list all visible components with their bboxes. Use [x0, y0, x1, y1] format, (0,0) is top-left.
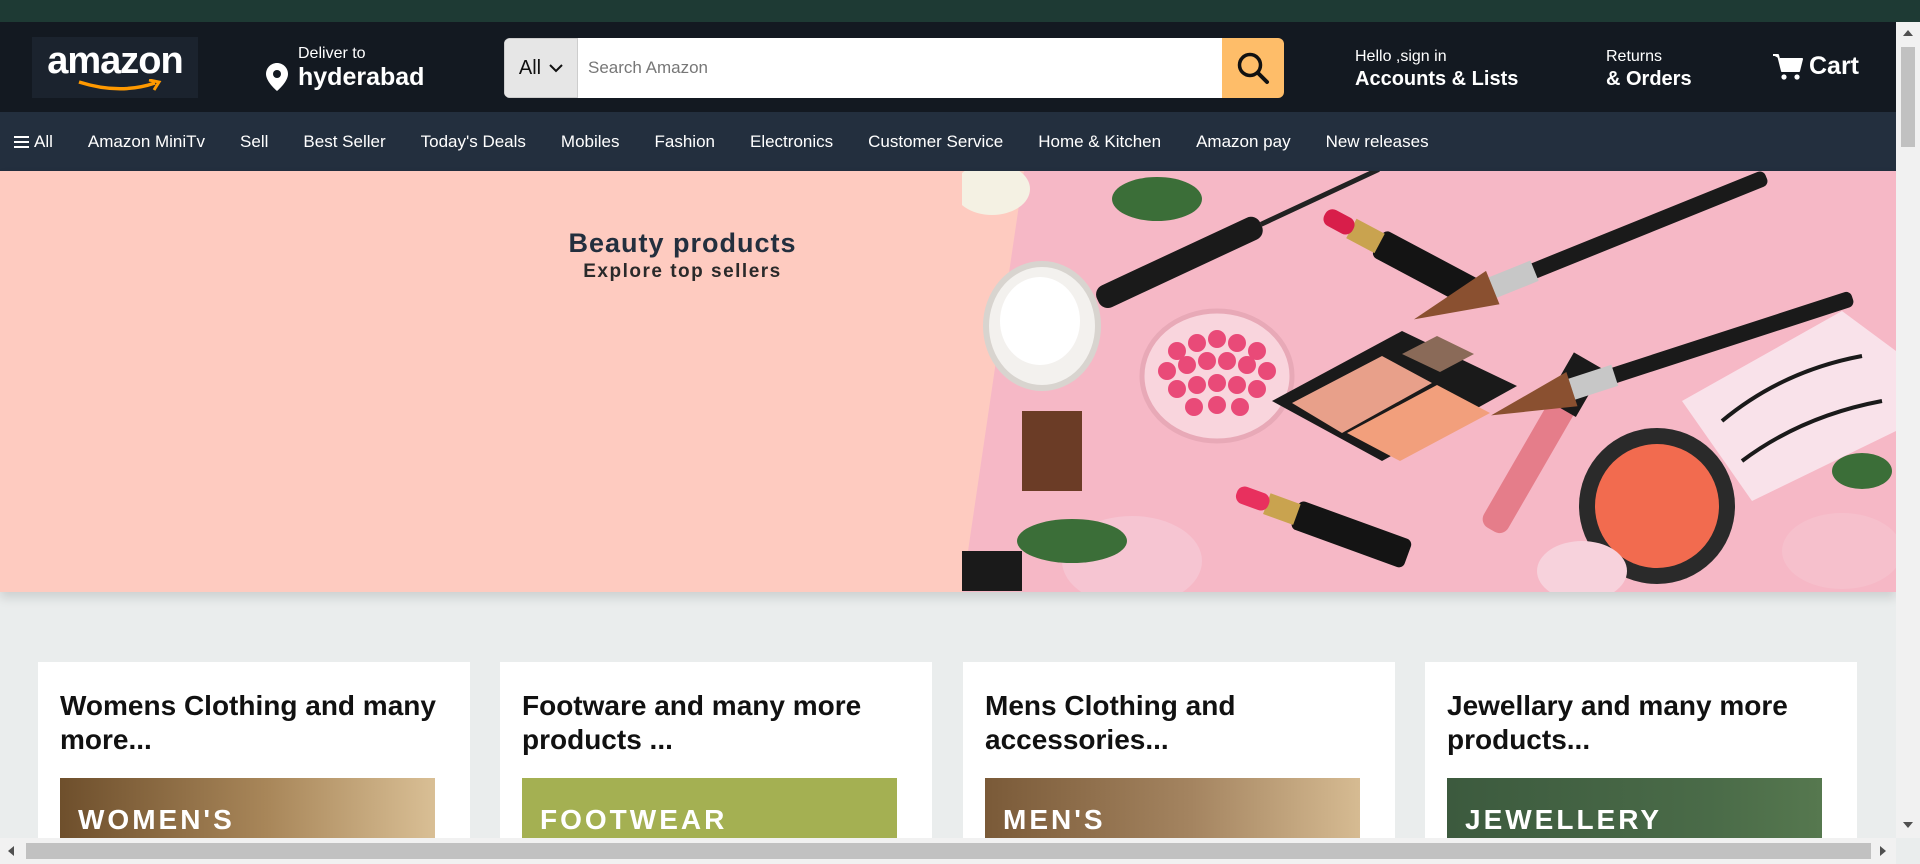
cart-label: Cart [1809, 52, 1860, 80]
returns-orders[interactable]: Returns & Orders [1606, 48, 1692, 91]
header: amazon Deliver to hyderabad All Search A… [0, 22, 1896, 112]
nav-item-electronics[interactable]: Electronics [750, 132, 833, 152]
scroll-down-arrow-icon[interactable] [1903, 822, 1913, 828]
amazon-logo[interactable]: amazon [32, 37, 198, 98]
nav-item-todays-deals[interactable]: Today's Deals [421, 132, 526, 152]
hamburger-menu-icon [14, 135, 29, 148]
search-icon [1237, 52, 1269, 84]
search-input[interactable] [578, 38, 1222, 98]
category-card-mens[interactable]: Mens Clothing and accessories... MEN'S [963, 662, 1395, 838]
nav-item-amazon-minitv[interactable]: Amazon MiniTv [88, 132, 205, 152]
sub-navigation: All Amazon MiniTv Sell Best Seller Today… [0, 112, 1896, 171]
nav-item-customer-service[interactable]: Customer Service [868, 132, 1003, 152]
account-greeting: Hello ,sign in [1355, 48, 1447, 65]
deliver-city: hyderabad [298, 63, 425, 91]
nav-item-amazon-pay[interactable]: Amazon pay [1196, 132, 1291, 152]
card-title: Mens Clothing and accessories... [985, 690, 1236, 755]
nav-item-home-kitchen[interactable]: Home & Kitchen [1038, 132, 1161, 152]
returns-label: Returns [1606, 48, 1663, 65]
search-category-value: All [518, 56, 542, 79]
cart-icon [1773, 53, 1803, 80]
horizontal-scrollbar[interactable] [0, 838, 1896, 864]
browser-bookmarks-bar [0, 0, 1920, 22]
scroll-right-arrow-icon[interactable] [1880, 846, 1886, 856]
nav-item-new-releases[interactable]: New releases [1326, 132, 1429, 152]
scroll-left-arrow-icon[interactable] [8, 846, 14, 856]
hero-cosmetics-image [962, 171, 1896, 592]
card-title: Footware and many more products ... [522, 690, 862, 755]
card-image-label: WOMEN'S [78, 804, 235, 835]
vertical-scrollbar[interactable] [1896, 22, 1920, 838]
hero-banner[interactable]: Beauty products Explore top sellers [0, 171, 1896, 592]
chevron-down-icon [549, 64, 563, 73]
card-image[interactable]: WOMEN'S [60, 778, 435, 838]
card-image-label: JEWELLERY [1465, 804, 1663, 835]
nav-item-best-seller[interactable]: Best Seller [303, 132, 385, 152]
location-pin-icon [266, 63, 288, 91]
card-image[interactable]: MEN'S [985, 778, 1360, 838]
search-button[interactable] [1222, 38, 1284, 98]
search-bar: All [504, 38, 1284, 98]
nav-item-mobiles[interactable]: Mobiles [561, 132, 620, 152]
nav-item-sell[interactable]: Sell [240, 132, 268, 152]
search-category-select[interactable]: All [504, 38, 578, 98]
nav-all-menu[interactable]: All [14, 132, 53, 152]
account-title: Accounts & Lists [1355, 68, 1519, 90]
card-title: Jewellary and many more products... [1447, 690, 1788, 755]
logo-text: amazon [47, 39, 183, 82]
scroll-up-arrow-icon[interactable] [1903, 30, 1913, 36]
orders-label: & Orders [1606, 68, 1692, 90]
deliver-label: Deliver to [298, 45, 366, 62]
card-image-label: MEN'S [1003, 804, 1106, 835]
cart-button[interactable]: Cart [1773, 52, 1859, 81]
card-title: Womens Clothing and many more... [60, 690, 436, 755]
amazon-clone-page: amazon Deliver to hyderabad All Search A… [0, 0, 1920, 864]
vertical-scroll-thumb[interactable] [1901, 47, 1915, 147]
nav-item-fashion[interactable]: Fashion [655, 132, 715, 152]
account-lists[interactable]: Hello ,sign in Accounts & Lists [1355, 48, 1518, 91]
category-card-jewellery[interactable]: Jewellary and many more products... JEWE… [1425, 662, 1857, 838]
card-image-label: FOOTWEAR [540, 804, 728, 835]
smile-arrow-icon [78, 78, 162, 91]
horizontal-scroll-thumb[interactable] [26, 843, 1871, 859]
category-card-footwear[interactable]: Footware and many more products ... FOOT… [500, 662, 932, 838]
card-image[interactable]: JEWELLERY [1447, 778, 1822, 838]
nav-all-label: All [34, 131, 53, 151]
viewport: amazon Deliver to hyderabad All Search A… [0, 22, 1896, 838]
category-card-womens[interactable]: Womens Clothing and many more... WOMEN'S [38, 662, 470, 838]
card-image[interactable]: FOOTWEAR [522, 778, 897, 838]
